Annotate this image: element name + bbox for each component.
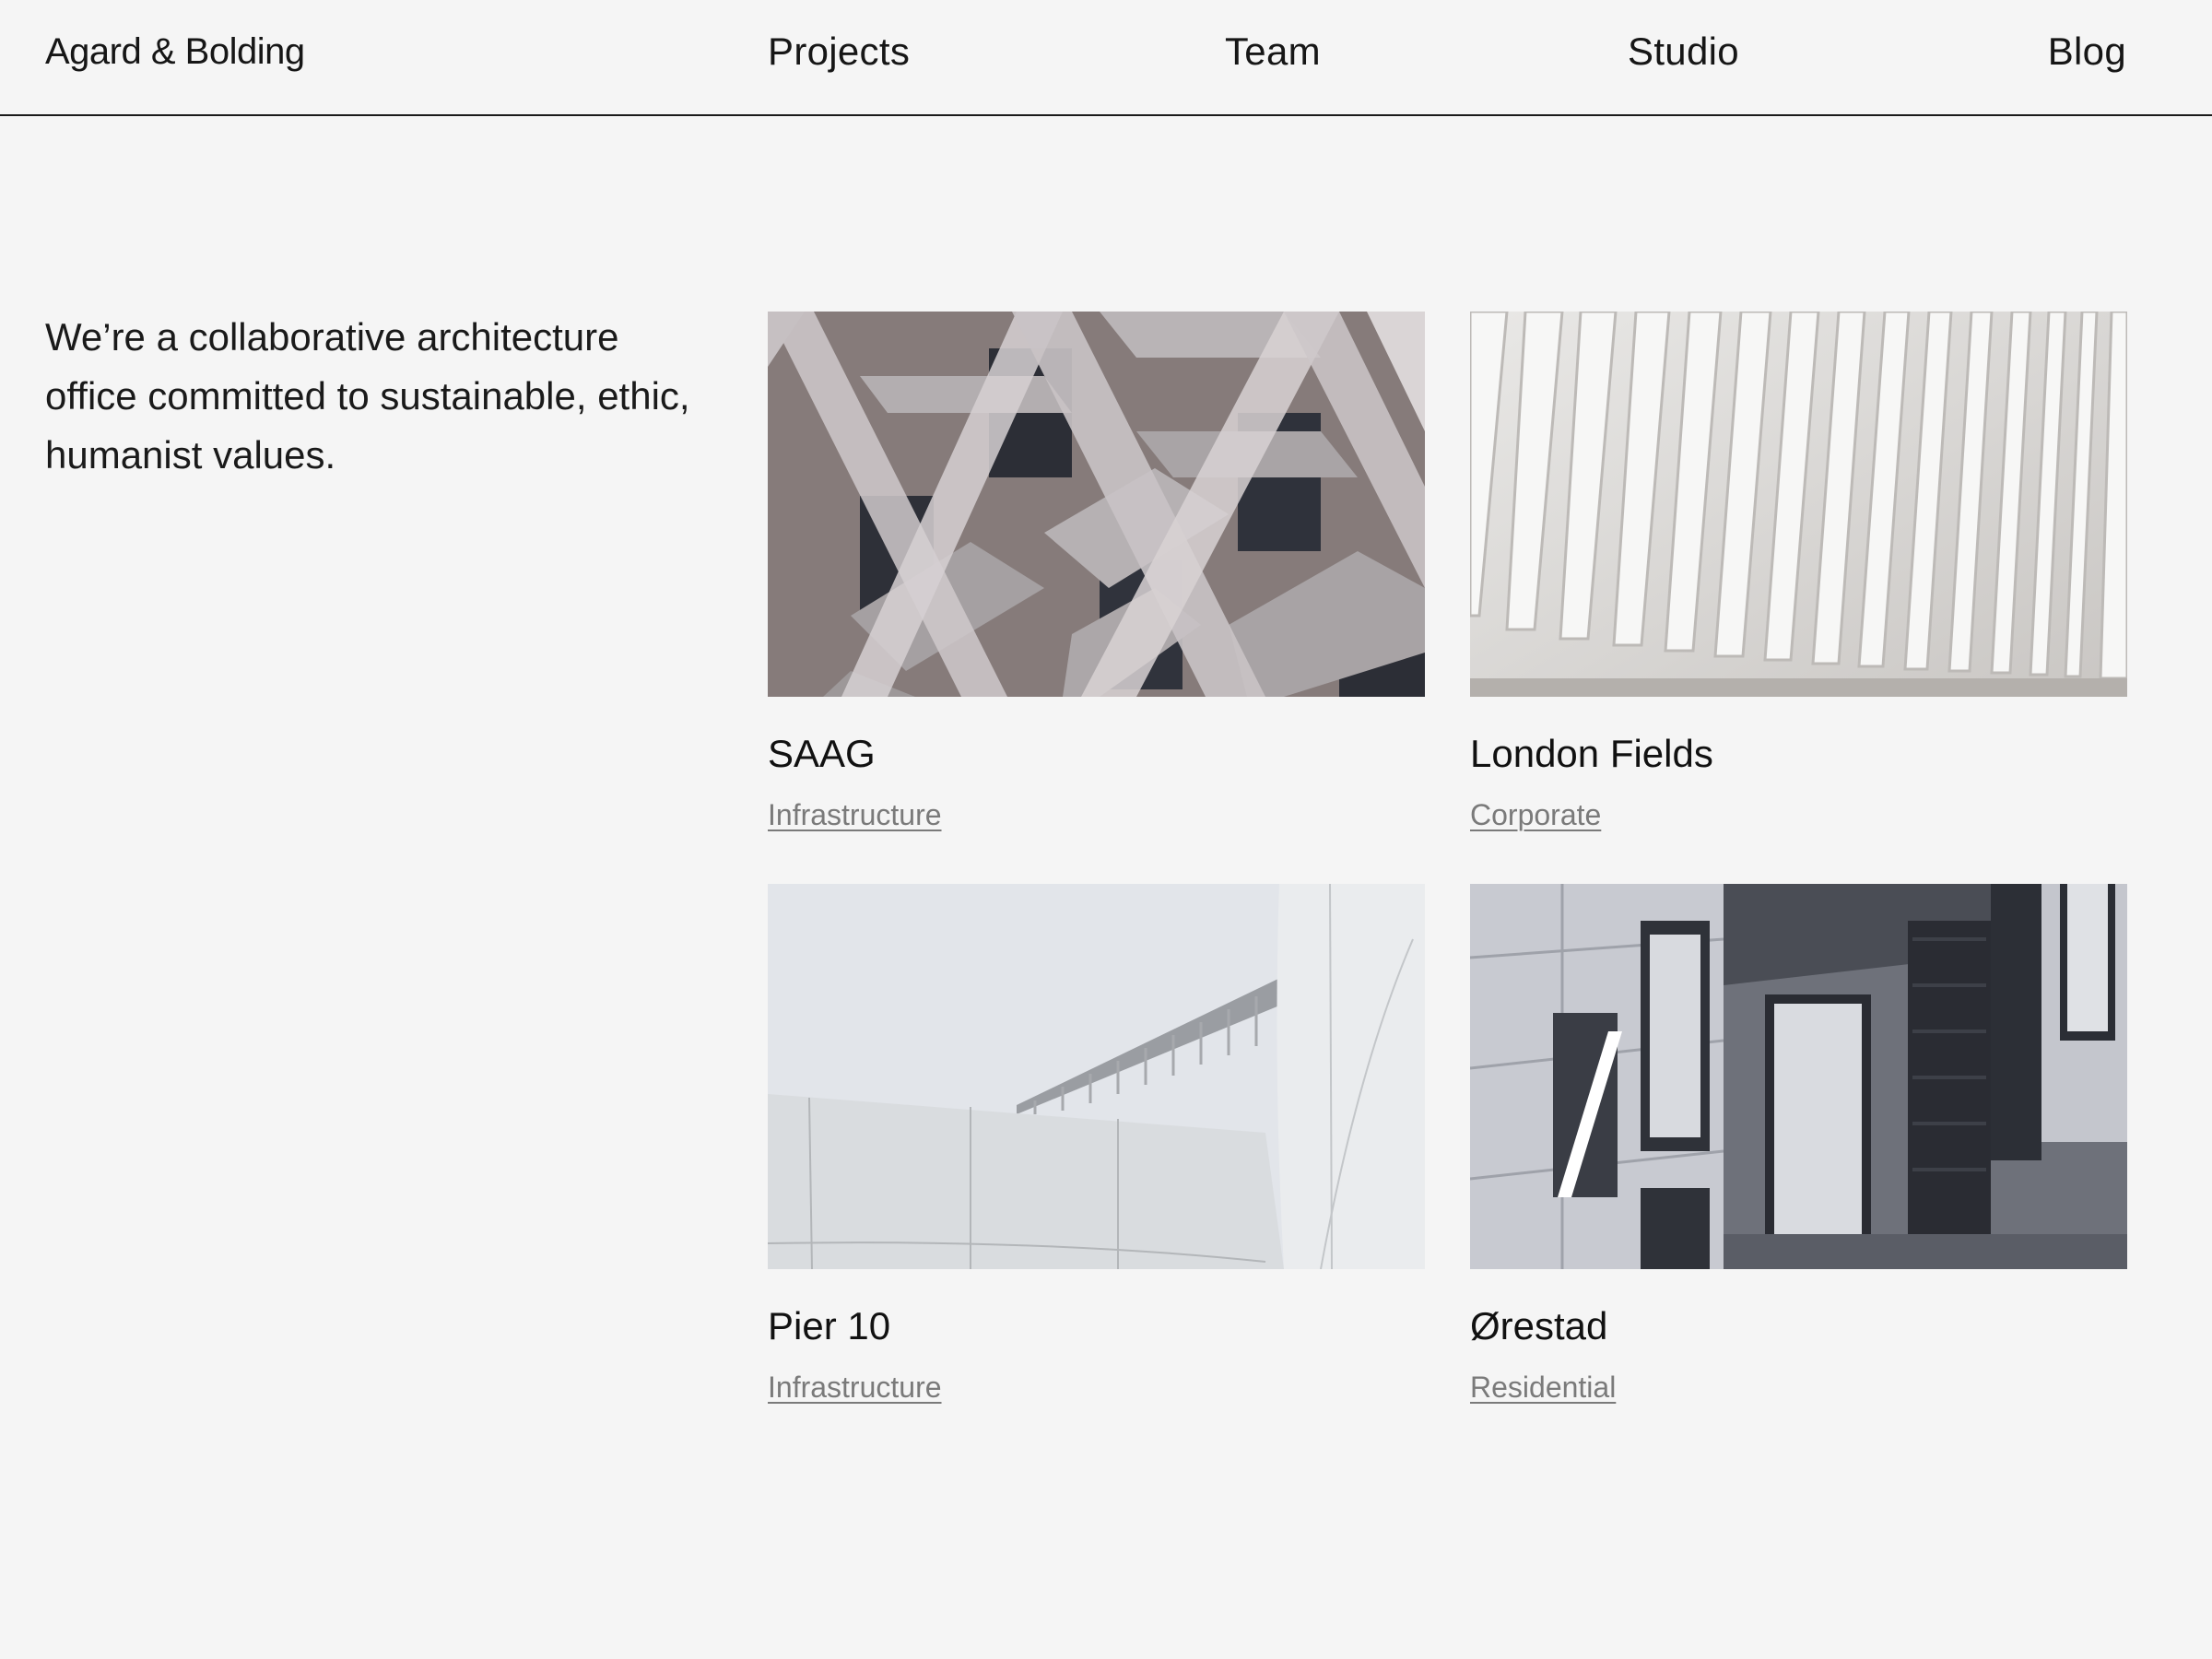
intro-statement: We’re a collaborative architecture offic…: [45, 315, 690, 477]
nav-link-team[interactable]: Team: [1225, 29, 1321, 74]
project-title: Pier 10: [768, 1304, 891, 1347]
saag-facade-image: [768, 312, 1425, 697]
project-category-link[interactable]: Residential: [1470, 1371, 1616, 1405]
project-image-saag[interactable]: [768, 312, 1425, 697]
project-card-london-fields: London Fields Corporate: [1470, 312, 2127, 832]
project-card-orestad: Ørestad Residential: [1470, 884, 2127, 1405]
nav-link-blog[interactable]: Blog: [2048, 29, 2126, 74]
site-header: Agard & Bolding Projects Team Studio Blo…: [0, 0, 2212, 116]
orestad-facade-image: [1470, 884, 2127, 1269]
project-category-link[interactable]: Corporate: [1470, 798, 1601, 832]
project-category-link[interactable]: Infrastructure: [768, 1371, 942, 1405]
project-card-pier-10: Pier 10 Infrastructure: [768, 884, 1425, 1405]
nav-link-projects[interactable]: Projects: [768, 29, 910, 74]
project-image-london-fields[interactable]: [1470, 312, 2127, 697]
nav-link-studio[interactable]: Studio: [1628, 29, 1739, 74]
london-fields-louvres-image: [1470, 312, 2127, 697]
project-image-orestad[interactable]: [1470, 884, 2127, 1269]
pier-10-panels-image: [768, 884, 1425, 1269]
project-title: SAAG: [768, 732, 876, 775]
project-image-pier-10[interactable]: [768, 884, 1425, 1269]
project-card-saag: SAAG Infrastructure: [768, 312, 1425, 832]
project-title: London Fields: [1470, 732, 1713, 775]
project-title: Ørestad: [1470, 1304, 1608, 1347]
brand-logo-link[interactable]: Agard & Bolding: [45, 31, 305, 73]
project-category-link[interactable]: Infrastructure: [768, 798, 942, 832]
